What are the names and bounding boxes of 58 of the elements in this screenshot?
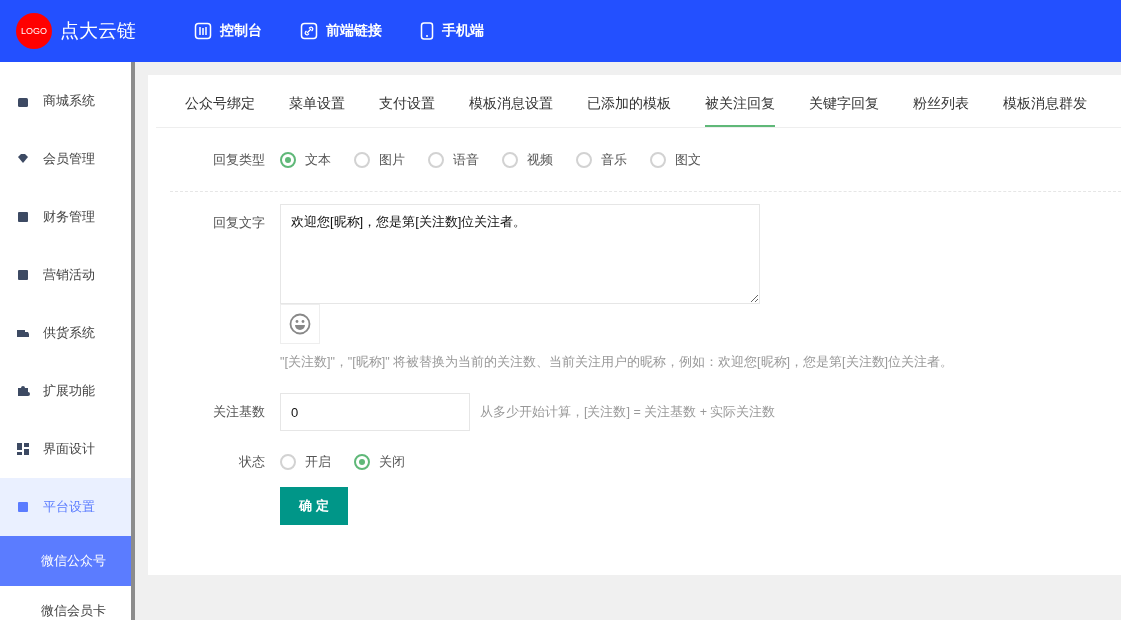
sidebar-item[interactable]: 扩展功能 bbox=[0, 362, 131, 420]
menu-icon bbox=[16, 500, 30, 514]
sidebar-item[interactable]: 商城系统 bbox=[0, 72, 131, 130]
tab[interactable]: 已添加的模板 bbox=[587, 75, 671, 127]
radio-option[interactable]: 图文 bbox=[650, 150, 701, 169]
radio-button[interactable] bbox=[280, 454, 296, 470]
emoji-button[interactable] bbox=[280, 304, 320, 344]
hint-text: 从多少开始计算，[关注数] = 关注基数 + 实际关注数 bbox=[480, 403, 776, 421]
tab[interactable]: 模板消息群发 bbox=[1003, 75, 1087, 127]
field-label: 回复类型 bbox=[212, 150, 266, 169]
tab[interactable]: 公众号绑定 bbox=[185, 75, 255, 127]
radio-option[interactable]: 音乐 bbox=[576, 150, 627, 169]
logo-badge: LOGO bbox=[16, 13, 52, 49]
radio-button[interactable] bbox=[280, 151, 296, 168]
tab[interactable]: 模板消息设置 bbox=[469, 75, 553, 127]
tab[interactable]: 粉丝列表 bbox=[913, 75, 969, 127]
phone-icon bbox=[420, 22, 434, 40]
link-icon bbox=[300, 22, 318, 40]
sidebar-item[interactable]: 财务管理 bbox=[0, 188, 131, 246]
radio-option[interactable]: 文本 bbox=[280, 150, 331, 169]
nav-link[interactable]: 手机端 bbox=[420, 22, 484, 40]
nav-link[interactable]: 控制台 bbox=[194, 22, 262, 40]
base-count-input[interactable]: 0 bbox=[280, 393, 470, 431]
brand-name: 点大云链 bbox=[60, 19, 136, 43]
field-label: 关注基数 bbox=[212, 403, 266, 421]
radio-option[interactable]: 图片 bbox=[354, 150, 405, 169]
radio-option[interactable]: 开启 bbox=[280, 453, 331, 471]
sliders-icon bbox=[194, 22, 212, 40]
tab[interactable]: 支付设置 bbox=[379, 75, 435, 127]
menu-icon bbox=[16, 268, 30, 282]
hint-text: "[关注数]"，"[昵称]" 将被替换为当前的关注数、当前关注用户的昵称，例如：欢迎您[昵称]，您是第[关注数]位关注者。 bbox=[280, 354, 953, 371]
sidebar-subitem[interactable]: 微信会员卡 bbox=[0, 586, 131, 620]
menu-icon bbox=[16, 210, 30, 224]
sidebar-item[interactable]: 营销活动 bbox=[0, 246, 131, 304]
radio-button[interactable] bbox=[428, 151, 444, 168]
smiley-icon bbox=[289, 313, 311, 335]
sidebar-item[interactable]: 会员管理 bbox=[0, 130, 131, 188]
radio-button[interactable] bbox=[354, 454, 370, 470]
tab[interactable]: 菜单设置 bbox=[289, 75, 345, 127]
field-label: 状态 bbox=[238, 453, 266, 471]
menu-icon bbox=[16, 384, 30, 398]
tab[interactable]: 被关注回复 bbox=[705, 75, 775, 127]
nav-link[interactable]: 前端链接 bbox=[300, 22, 382, 40]
radio-button[interactable] bbox=[576, 151, 592, 168]
radio-option[interactable]: 关闭 bbox=[354, 453, 405, 471]
radio-option[interactable]: 语音 bbox=[428, 150, 479, 169]
field-label: 回复文字 bbox=[212, 214, 266, 232]
confirm-button[interactable]: 确 定 bbox=[280, 487, 348, 525]
radio-button[interactable] bbox=[502, 151, 518, 168]
sidebar-item[interactable]: 供货系统 bbox=[0, 304, 131, 362]
tab[interactable]: 关键字回复 bbox=[809, 75, 879, 127]
radio-button[interactable] bbox=[650, 151, 666, 168]
reply-textarea[interactable]: 欢迎您[昵称]，您是第[关注数]位关注者。 bbox=[280, 204, 760, 304]
menu-icon bbox=[16, 442, 30, 456]
sidebar-subitem[interactable]: 微信公众号 bbox=[0, 536, 131, 586]
radio-button[interactable] bbox=[354, 151, 370, 168]
sidebar-item[interactable]: 界面设计 bbox=[0, 420, 131, 478]
radio-option[interactable]: 视频 bbox=[502, 150, 553, 169]
